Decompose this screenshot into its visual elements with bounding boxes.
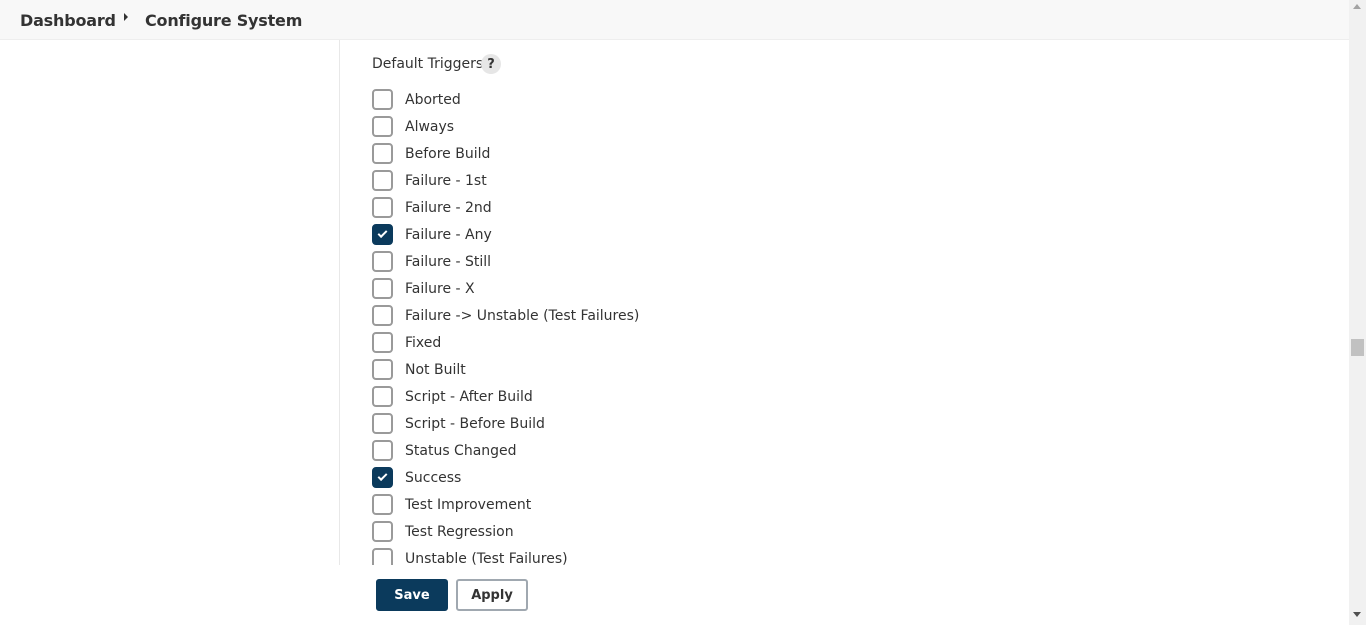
trigger-label[interactable]: Before Build — [405, 146, 490, 162]
breadcrumb-dashboard-link[interactable]: Dashboard — [20, 11, 116, 30]
trigger-option[interactable]: Before Build — [372, 140, 772, 167]
trigger-label[interactable]: Status Changed — [405, 443, 517, 459]
trigger-option[interactable]: Failure - 1st — [372, 167, 772, 194]
trigger-option[interactable]: Aborted — [372, 86, 772, 113]
trigger-option[interactable]: Always — [372, 113, 772, 140]
trigger-option[interactable]: Failure - Still — [372, 248, 772, 275]
scroll-thumb[interactable] — [1351, 339, 1364, 356]
breadcrumb-configure-system[interactable]: Configure System — [145, 11, 302, 30]
trigger-label[interactable]: Test Improvement — [405, 497, 531, 513]
trigger-label[interactable]: Not Built — [405, 362, 466, 378]
trigger-label[interactable]: Test Regression — [405, 524, 514, 540]
trigger-option[interactable]: Test Regression — [372, 518, 772, 545]
apply-button[interactable]: Apply — [456, 579, 528, 611]
trigger-option[interactable]: Status Changed — [372, 437, 772, 464]
trigger-option[interactable]: Failure -> Unstable (Test Failures) — [372, 302, 772, 329]
trigger-checkbox[interactable] — [372, 197, 393, 218]
trigger-label[interactable]: Fixed — [405, 335, 441, 351]
trigger-option[interactable]: Script - After Build — [372, 383, 772, 410]
trigger-option[interactable]: Not Built — [372, 356, 772, 383]
trigger-checkbox[interactable] — [372, 332, 393, 353]
trigger-checkbox[interactable] — [372, 278, 393, 299]
trigger-checkbox[interactable] — [372, 89, 393, 110]
trigger-checkbox[interactable] — [372, 224, 393, 245]
section-title: Default Triggers — [372, 56, 484, 72]
check-icon — [377, 471, 388, 482]
trigger-option[interactable]: Failure - Any — [372, 221, 772, 248]
trigger-checkbox[interactable] — [372, 116, 393, 137]
trigger-checkbox[interactable] — [372, 494, 393, 515]
form-actions-bar: Save Apply — [340, 565, 1349, 625]
trigger-label[interactable]: Failure - 2nd — [405, 200, 492, 216]
sidebar-divider — [339, 40, 340, 565]
trigger-checkbox[interactable] — [372, 467, 393, 488]
save-button[interactable]: Save — [376, 579, 448, 611]
trigger-label[interactable]: Failure -> Unstable (Test Failures) — [405, 308, 639, 324]
trigger-label[interactable]: Failure - Still — [405, 254, 491, 270]
trigger-label[interactable]: Script - After Build — [405, 389, 533, 405]
trigger-checkbox[interactable] — [372, 359, 393, 380]
trigger-checkbox[interactable] — [372, 305, 393, 326]
trigger-option[interactable]: Success — [372, 464, 772, 491]
trigger-label[interactable]: Failure - X — [405, 281, 475, 297]
trigger-checkbox[interactable] — [372, 413, 393, 434]
trigger-checkbox[interactable] — [372, 251, 393, 272]
trigger-option[interactable]: Fixed — [372, 329, 772, 356]
trigger-option[interactable]: Script - Before Build — [372, 410, 772, 437]
trigger-label[interactable]: Script - Before Build — [405, 416, 545, 432]
trigger-checkbox[interactable] — [372, 440, 393, 461]
scroll-down-arrow-icon[interactable] — [1353, 612, 1361, 617]
trigger-checkbox[interactable] — [372, 386, 393, 407]
scroll-up-arrow-icon[interactable] — [1353, 4, 1361, 9]
trigger-label[interactable]: Failure - 1st — [405, 173, 487, 189]
trigger-label[interactable]: Always — [405, 119, 454, 135]
breadcrumb-chevron-icon[interactable] — [124, 13, 128, 21]
trigger-checkbox[interactable] — [372, 521, 393, 542]
vertical-scrollbar[interactable] — [1349, 0, 1366, 625]
trigger-option[interactable]: Failure - X — [372, 275, 772, 302]
trigger-option[interactable]: Failure - 2nd — [372, 194, 772, 221]
trigger-option[interactable]: Test Improvement — [372, 491, 772, 518]
trigger-label[interactable]: Aborted — [405, 92, 461, 108]
help-icon[interactable]: ? — [481, 54, 501, 74]
trigger-list: Aborted Always Before Build Failure - 1st Fa… — [372, 86, 772, 572]
trigger-label[interactable]: Failure - Any — [405, 227, 492, 243]
check-icon — [377, 228, 388, 239]
trigger-checkbox[interactable] — [372, 143, 393, 164]
breadcrumb-bar: Dashboard Configure System — [0, 0, 1349, 40]
trigger-checkbox[interactable] — [372, 170, 393, 191]
trigger-label[interactable]: Success — [405, 470, 461, 486]
